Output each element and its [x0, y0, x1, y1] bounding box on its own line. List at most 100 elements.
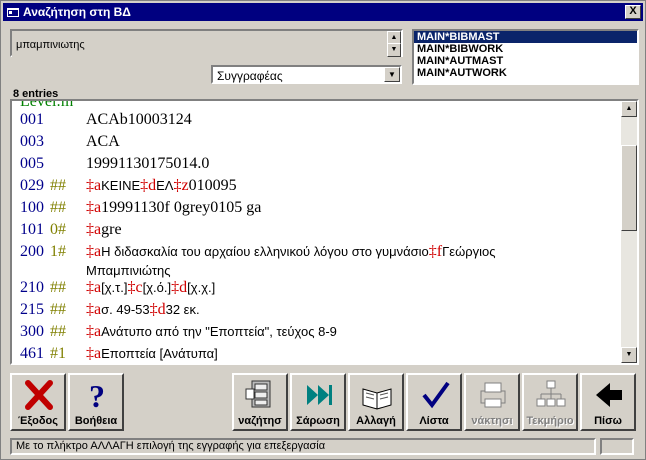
scroll-thumb[interactable]	[621, 145, 637, 231]
subfield-code: ‡a	[86, 301, 102, 318]
subfield-value: Ανάτυπο από την "Εποπτεία", τεύχος 8-9	[101, 324, 337, 339]
record-line: 300 ## ‡aΑνάτυπο από την "Εποπτεία", τεύχο…	[20, 323, 337, 341]
retrieve-button[interactable]: νάκτησι	[464, 373, 520, 431]
database-item[interactable]: MAIN*BIBWORK	[414, 43, 637, 55]
help-button[interactable]: ? Βοήθεια	[68, 373, 124, 431]
field-tag: 029	[20, 177, 44, 194]
subfield-code: ‡a	[86, 221, 102, 238]
printer-icon	[480, 382, 506, 408]
field-indicator: ##	[50, 279, 66, 296]
subfield-value: ΚΕΙΝΕ	[101, 178, 141, 193]
edit-button[interactable]: Αλλαγή	[348, 373, 404, 431]
app-icon	[7, 8, 19, 17]
record-line: 100 ## ‡a19991130f 0grey0105 ga	[20, 199, 261, 217]
database-item[interactable]: MAIN*AUTWORK	[414, 67, 637, 79]
database-item[interactable]: MAIN*AUTMAST	[414, 55, 637, 67]
subfield-value: [χ.ό.]	[142, 280, 172, 295]
chevron-down-icon[interactable]: ▼	[384, 67, 400, 82]
subfield-value: gre	[101, 221, 122, 238]
spin-down-icon[interactable]: ▼	[387, 43, 401, 57]
checkmark-icon	[422, 381, 450, 409]
field-tag: 215	[20, 301, 44, 318]
search-label: ναζήτησ	[238, 415, 282, 427]
document-label: Τεκμήριο	[526, 415, 574, 427]
search-button[interactable]: ναζήτησ	[232, 373, 288, 431]
field-tag: 300	[20, 323, 44, 340]
subfield-code: ‡a	[86, 177, 102, 194]
help-icon: ?	[89, 379, 105, 411]
field-tag: 003	[20, 133, 44, 150]
scroll-up-icon[interactable]: ▲	[621, 101, 637, 117]
field-indicator: #1	[50, 345, 66, 362]
subfield-code: ‡d	[171, 279, 188, 296]
field-indicator: ##	[50, 301, 66, 318]
subfield-code: ‡a	[86, 323, 102, 340]
subfield-value: Γεώργιος	[442, 244, 496, 259]
status-panel	[600, 438, 634, 455]
list-button[interactable]: Λίστα	[406, 373, 462, 431]
subfield-value: Η διδασκαλία του αρχαίου ελληνικού λόγου…	[101, 244, 429, 259]
back-label: Πίσω	[594, 415, 622, 427]
subfield-value: 32 εκ.	[165, 302, 200, 317]
scan-button[interactable]: Σάρωση	[290, 373, 346, 431]
help-label: Βοήθεια	[74, 415, 118, 427]
record-line: 461 #1 ‡aΕποπτεία [Ανάτυπα]	[20, 345, 218, 363]
subfield-value: 010095	[188, 177, 237, 194]
fast-forward-icon	[307, 385, 332, 405]
window-title: Αναζήτηση στη ΒΔ	[23, 5, 131, 19]
subfield-code: ‡f	[428, 243, 443, 260]
edit-label: Αλλαγή	[356, 415, 396, 427]
database-item[interactable]: MAIN*BIBMAST	[414, 31, 637, 43]
back-button[interactable]: Πίσω	[580, 373, 636, 431]
record-line: 001 ACAb10003124	[20, 111, 192, 129]
subfield-code: ‡a	[86, 279, 102, 296]
record-line: 005 19991130175014.0	[20, 155, 209, 173]
subfield-code: ‡z	[173, 177, 189, 194]
scan-label: Σάρωση	[296, 415, 340, 427]
field-tag: 001	[20, 111, 44, 128]
database-list[interactable]: MAIN*BIBMAST MAIN*BIBWORK MAIN*AUTMAST M…	[412, 29, 639, 85]
field-tag: 100	[20, 199, 44, 216]
close-button[interactable]: X	[625, 5, 641, 19]
document-button[interactable]: Τεκμήριο	[522, 373, 578, 431]
subfield-code: ‡d	[149, 301, 166, 318]
vertical-scrollbar[interactable]: ▲ ▼	[621, 101, 637, 363]
record-view[interactable]: Level:m 001 ACAb10003124 003 ACA 005 19991130…	[10, 99, 639, 365]
back-arrow-icon	[596, 383, 622, 407]
record-line: 215 ## ‡aσ. 49-53‡d32 εκ.	[20, 301, 200, 319]
subfield-code: ‡c	[127, 279, 143, 296]
subfield-code: ‡a	[86, 199, 102, 216]
scroll-down-icon[interactable]: ▼	[621, 347, 637, 363]
field-select-value: Συγγραφέας	[217, 69, 283, 83]
card-catalog-icon	[245, 380, 271, 408]
subfield-value: 19991130f 0grey0105 ga	[101, 199, 262, 216]
field-indicator: ##	[50, 177, 66, 194]
field-tag: 210	[20, 279, 44, 296]
record-line: 003 ACA	[20, 133, 120, 151]
exit-label: Έξοδος	[18, 415, 58, 427]
record-line: 210 ## ‡a[χ.τ.]‡c[χ.ό.]‡d[χ.χ.]	[20, 279, 215, 297]
field-select[interactable]: Συγγραφέας ▼	[211, 65, 402, 84]
title-bar: Αναζήτηση στη ΒΔ X	[3, 3, 643, 21]
svg-text:?: ?	[89, 379, 105, 411]
field-indicator: 0#	[50, 221, 66, 238]
exit-button[interactable]: Έξοδος	[10, 373, 66, 431]
subfield-code: ‡a	[86, 345, 102, 362]
record-line: 200 1# ‡aΗ διδασκαλία του αρχαίου ελληνικο…	[20, 243, 496, 261]
field-indicator: 1#	[50, 243, 66, 260]
subfield-value: Εποπτεία [Ανάτυπα]	[101, 346, 218, 361]
tree-structure-icon	[536, 380, 566, 407]
field-indicator: ##	[50, 199, 66, 216]
field-tag: 005	[20, 155, 44, 172]
search-box: ▲ ▼	[10, 29, 403, 59]
field-tag: 200	[20, 243, 44, 260]
status-bar: Με το πλήκτρο ΑΛΛΑΓΗ επιλογή της εγγραφή…	[10, 438, 596, 455]
list-label: Λίστα	[419, 415, 449, 427]
field-tag: 101	[20, 221, 44, 238]
subfield-value: [χ.τ.]	[101, 280, 128, 295]
record-line: 029 ## ‡aΚΕΙΝΕ‡dΕΛ‡z010095	[20, 177, 237, 195]
subfield-code: ‡a	[86, 243, 102, 260]
exit-x-icon	[25, 380, 53, 410]
search-input[interactable]	[12, 31, 389, 59]
field-value: 19991130175014.0	[86, 155, 210, 172]
